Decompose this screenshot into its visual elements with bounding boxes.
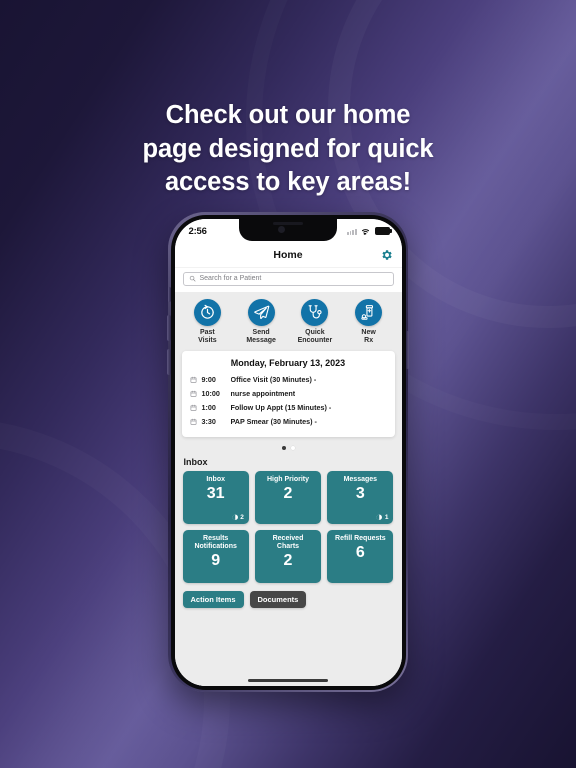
tile-results-notifications[interactable]: Results Notifications 9 [182,529,249,583]
send-message-icon-circle [247,299,275,326]
phone-power-button [405,330,409,369]
tile-label: Messages [343,475,378,483]
past-visits-label: Past Visits [198,329,217,345]
appointment-description: nurse appointment [230,389,296,398]
documents-button[interactable]: Documents [249,590,307,608]
inbox-tile-row: Inbox 31 2 High Priority 2 Messages 3 1 [182,470,394,524]
home-content: Search for a Patient Past Visits Send Me… [174,266,402,686]
headline-line-1: Check out our home [165,101,411,129]
calendar-icon [190,390,196,397]
phone-volume-up-button [167,314,171,341]
quick-action-past-visits[interactable]: Past Visits [181,299,233,346]
calendar-icon [190,418,196,425]
tile-count: 2 [283,484,293,502]
tile-label: Results Notifications [194,534,237,550]
signal-icon [347,228,357,235]
tile-count: 3 [355,484,365,502]
quick-action-send-message[interactable]: Send Message [235,299,287,346]
tile-badge: 2 [232,514,244,521]
send-message-label: Send Message [246,329,276,345]
tile-received-charts[interactable]: Received Charts 2 [254,529,322,583]
bottom-button-row: Action Items Documents [175,583,402,608]
appointment-description: PAP Smear (30 Minutes) - [230,417,317,426]
phone-volume-down-button [167,348,171,375]
search-icon [189,276,195,282]
quick-encounter-icon-circle [301,299,329,326]
search-section: Search for a Patient [174,266,402,292]
appointment-description: Office Visit (30 Minutes) - [230,375,317,384]
headline-line-3: access to key areas! [164,168,412,197]
stethoscope-icon [308,305,322,319]
promo-headline: Check out our home page designed for qui… [0,99,576,200]
page-dot-active[interactable] [281,445,286,450]
home-indicator[interactable] [174,673,402,686]
calendar-icon [190,376,196,383]
appointment-row[interactable]: 1:00 Follow Up Appt (15 Minutes) - [190,401,387,415]
search-placeholder: Search for a Patient [199,275,262,283]
appointment-row[interactable]: 10:00 nurse appointment [190,387,387,401]
phone-mute-switch [167,286,171,302]
appointment-row[interactable]: 9:00 Office Visit (30 Minutes) - [190,373,387,387]
paper-plane-icon [253,305,269,320]
schedule-date: Monday, February 13, 2023 [230,357,346,368]
page-dot[interactable] [290,445,295,450]
pill-bottle-icon [361,305,374,320]
tile-count: 9 [211,552,221,570]
phone-mockup: 2:56 Home Search for a Patient Past Visi… [167,212,409,692]
tile-inbox[interactable]: Inbox 31 2 [182,470,249,524]
appointment-time: 10:00 [201,389,220,398]
tile-badge-count: 2 [240,513,244,521]
appointment-row[interactable]: 3:30 PAP Smear (30 Minutes) - [190,415,387,429]
inbox-heading: Inbox [183,456,208,467]
phone-screen: 2:56 Home Search for a Patient Past Visi… [174,218,402,686]
phone-notch [239,218,337,241]
inbox-tile-row: Results Notifications 9 Received Charts 2 … [182,529,394,583]
tile-badge-count: 1 [384,513,389,521]
page-indicator[interactable] [175,437,402,457]
tile-label: Refill Requests [335,534,386,542]
tile-label: Inbox [206,475,225,483]
earpiece-speaker [273,221,303,225]
tile-label: Received Charts [272,534,304,550]
wifi-icon [361,229,370,235]
tile-badge: 1 [376,514,388,521]
tile-messages[interactable]: Messages 3 1 [327,470,394,524]
app-header: Home [174,243,402,267]
info-icon [232,514,238,520]
new-rx-label: New Rx [361,329,376,345]
tile-count: 2 [283,552,293,570]
quick-action-quick-encounter[interactable]: Quick Encounter [289,299,341,346]
search-input[interactable]: Search for a Patient [182,271,394,286]
page-title: Home [273,249,303,261]
inbox-tile-grid: Inbox 31 2 High Priority 2 Messages 3 1 … [175,470,402,583]
schedule-section: Monday, February 13, 2023 9:00 Office Vi… [175,350,402,437]
history-clock-icon [201,304,214,319]
appointment-time: 1:00 [201,403,216,412]
info-icon [376,514,383,520]
phone-frame: 2:56 Home Search for a Patient Past Visi… [167,214,409,690]
status-indicators [347,227,392,235]
quick-action-new-rx[interactable]: New Rx [343,299,395,346]
battery-icon [374,227,392,235]
appointment-description: Follow Up Appt (15 Minutes) - [230,403,332,412]
gear-icon[interactable] [380,249,393,262]
action-items-button[interactable]: Action Items [182,590,244,608]
tile-label: High Priority [266,475,309,483]
appointment-time: 3:30 [201,417,216,426]
quick-encounter-label: Quick Encounter [297,329,333,345]
new-rx-icon-circle [355,299,383,326]
past-visits-icon-circle [193,299,221,326]
schedule-card: Monday, February 13, 2023 9:00 Office Vi… [181,350,395,437]
tile-count: 6 [355,543,365,561]
quick-actions-row: Past Visits Send Message Quick Encounter… [174,292,402,351]
appointment-time: 9:00 [201,375,216,384]
status-time: 2:56 [188,225,207,237]
tile-refill-requests[interactable]: Refill Requests 6 [327,529,394,583]
tile-count: 31 [206,484,225,502]
calendar-icon [190,404,196,411]
tile-high-priority[interactable]: High Priority 2 [254,470,322,524]
front-camera [277,226,285,233]
headline-line-2: page designed for quick [142,134,434,163]
